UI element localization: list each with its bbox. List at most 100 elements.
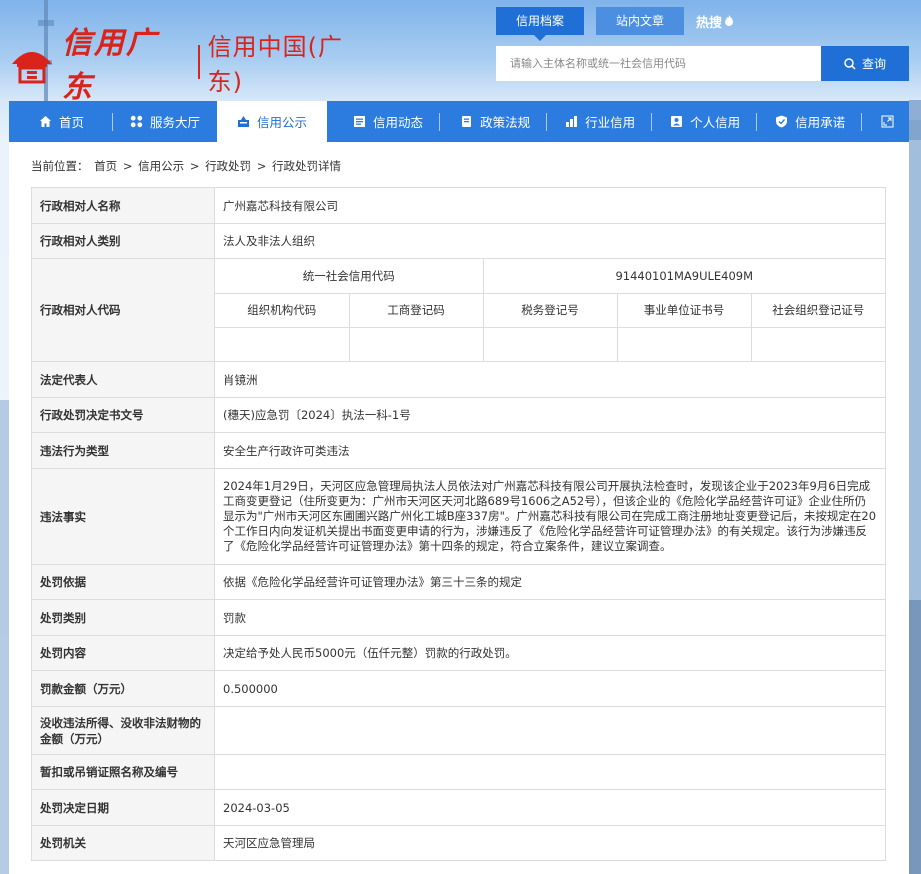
violation-facts-value: 2024年1月29日，天河区应急管理局执法人员依法对广州嘉芯科技有限公司开展执法… xyxy=(214,468,886,565)
code-sub-label: 工商登记码 xyxy=(348,292,484,328)
code-sub-label: 事业单位证书号 xyxy=(616,292,752,328)
decision-date-value: 2024-03-05 xyxy=(214,789,886,826)
code-grid-row: 组织机构代码 工商登记码 税务登记号 事业单位证书号 社会组织登记证号 xyxy=(215,292,885,328)
header-tabs: 信用档案 站内文章 热搜 xyxy=(496,7,734,41)
nav-expand-button[interactable] xyxy=(862,101,901,142)
row-label: 违法事实 xyxy=(31,468,215,565)
row-label: 罚款金额（万元） xyxy=(31,670,215,707)
subject-name-value: 广州嘉芯科技有限公司 xyxy=(214,187,886,224)
row-label: 处罚类别 xyxy=(31,599,215,636)
subject-code-cell: 统一社会信用代码 91440101MA9ULE409M 组织机构代码 工商登记码… xyxy=(214,258,886,362)
tab-credit-archive[interactable]: 信用档案 xyxy=(496,7,585,41)
person-card-icon xyxy=(671,116,683,127)
book-icon xyxy=(462,116,472,127)
breadcrumb-prefix: 当前位置： xyxy=(31,159,89,173)
nav-item-credit-disclosure[interactable]: 信用公示 xyxy=(217,101,328,142)
grid-icon xyxy=(130,115,143,128)
table-row: 处罚决定日期 2024-03-05 xyxy=(31,789,886,826)
main-nav: 首页 服务大厅 信用公示 信用动态 政策法规 行业信用 个人信用 信用承诺 xyxy=(9,101,909,142)
flame-icon xyxy=(725,15,734,26)
table-row: 违法事实 2024年1月29日，天河区应急管理局执法人员依法对广州嘉芯科技有限公… xyxy=(31,468,886,565)
nav-item-policies[interactable]: 政策法规 xyxy=(440,101,546,142)
nav-item-label: 信用公示 xyxy=(257,115,308,130)
row-label: 没收违法所得、没收非法财物的金额（万元） xyxy=(31,706,215,755)
table-row: 处罚内容 决定给予处人民币5000元（伍仟元整）罚款的行政处罚。 xyxy=(31,635,886,671)
code-sub-label: 组织机构代码 xyxy=(215,292,350,328)
row-label: 法定代表人 xyxy=(31,361,215,398)
nav-item-credit-commitment[interactable]: 信用承诺 xyxy=(757,101,861,142)
logo-script-text: 信用广东 xyxy=(61,26,158,105)
home-icon xyxy=(40,116,51,127)
site-header: 信用广东 信用中国(广东) 信用档案 站内文章 热搜 查询 xyxy=(0,0,921,105)
row-label: 处罚内容 xyxy=(31,635,215,671)
row-label: 行政相对人代码 xyxy=(31,258,215,362)
row-label: 行政相对人名称 xyxy=(31,187,215,224)
penalty-detail-table: 行政相对人名称 广州嘉芯科技有限公司 行政相对人类别 法人及非法人组织 行政相对… xyxy=(31,187,886,861)
nav-item-label: 信用动态 xyxy=(373,115,424,130)
row-label: 暂扣或吊销证照名称及编号 xyxy=(31,754,215,790)
breadcrumb-home[interactable]: 首页 xyxy=(94,159,117,173)
penalty-category-value: 罚款 xyxy=(214,599,886,636)
breadcrumb-current: 行政处罚详情 xyxy=(272,159,342,173)
search-bar: 查询 xyxy=(496,46,909,81)
code-grid-row xyxy=(215,326,885,361)
doc-no-value: (穗天)应急罚〔2024〕执法一科-1号 xyxy=(214,397,886,433)
code-sub-label: 税务登记号 xyxy=(482,292,618,328)
announce-icon xyxy=(238,116,250,127)
chart-icon xyxy=(566,116,578,127)
nav-item-personal-credit[interactable]: 个人信用 xyxy=(652,101,756,142)
table-row: 处罚类别 罚款 xyxy=(31,599,886,636)
table-row: 行政相对人类别 法人及非法人组织 xyxy=(31,223,886,259)
table-row: 罚款金额（万元） 0.500000 xyxy=(31,670,886,707)
nav-item-label: 个人信用 xyxy=(690,115,741,130)
row-label: 行政处罚决定书文号 xyxy=(31,397,215,433)
code-sub-value xyxy=(215,326,350,361)
table-row: 行政相对人代码 统一社会信用代码 91440101MA9ULE409M 组织机构… xyxy=(31,258,886,362)
hot-search-link[interactable]: 热搜 xyxy=(696,12,734,31)
tab-site-articles[interactable]: 站内文章 xyxy=(596,7,685,35)
code-grid: 统一社会信用代码 91440101MA9ULE409M 组织机构代码 工商登记码… xyxy=(215,259,885,361)
nav-item-label: 行业信用 xyxy=(585,115,636,130)
nav-item-service-hall[interactable]: 服务大厅 xyxy=(113,101,217,142)
row-label: 违法行为类型 xyxy=(31,432,215,469)
code-credit-value: 91440101MA9ULE409M xyxy=(482,259,885,294)
table-row: 行政处罚决定书文号 (穗天)应急罚〔2024〕执法一科-1号 xyxy=(31,397,886,433)
search-button[interactable]: 查询 xyxy=(821,46,909,81)
table-row: 处罚依据 依据《危险化学品经营许可证管理办法》第三十三条的规定 xyxy=(31,564,886,600)
table-row: 违法行为类型 安全生产行政许可类违法 xyxy=(31,432,886,469)
row-label: 处罚依据 xyxy=(31,564,215,600)
nav-item-home[interactable]: 首页 xyxy=(9,101,112,142)
nav-item-label: 服务大厅 xyxy=(150,115,201,130)
nav-item-label: 首页 xyxy=(59,115,85,130)
authority-value: 天河区应急管理局 xyxy=(214,825,886,861)
breadcrumb-separator: > xyxy=(256,159,267,173)
penalty-content-value: 决定给予处人民币5000元（伍仟元整）罚款的行政处罚。 xyxy=(214,635,886,671)
row-label: 处罚决定日期 xyxy=(31,789,215,826)
code-sub-value xyxy=(482,326,618,361)
nav-item-label: 政策法规 xyxy=(480,115,531,130)
breadcrumb: 当前位置： 首页 > 信用公示 > 行政处罚 > 行政处罚详情 xyxy=(30,158,342,174)
breadcrumb-admin-penalty[interactable]: 行政处罚 xyxy=(205,159,251,173)
news-icon xyxy=(354,116,366,127)
nav-item-industry-credit[interactable]: 行业信用 xyxy=(547,101,651,142)
breadcrumb-credit-disclosure[interactable]: 信用公示 xyxy=(138,159,184,173)
confiscate-amount-value xyxy=(214,706,886,755)
nav-item-credit-news[interactable]: 信用动态 xyxy=(327,101,439,142)
logo-emblem-icon xyxy=(11,52,52,84)
violation-type-value: 安全生产行政许可类违法 xyxy=(214,432,886,469)
revoke-license-value xyxy=(214,754,886,790)
table-row: 没收违法所得、没收非法财物的金额（万元） xyxy=(31,706,886,755)
logo-site-name: 信用中国(广东) xyxy=(207,33,344,96)
site-logo[interactable]: 信用广东 信用中国(广东) xyxy=(8,26,378,105)
breadcrumb-separator: > xyxy=(189,159,200,173)
code-sub-value xyxy=(616,326,752,361)
search-input[interactable] xyxy=(496,46,821,81)
table-row: 法定代表人 肖镜洲 xyxy=(31,361,886,398)
search-button-label: 查询 xyxy=(861,57,886,71)
code-sub-label: 社会组织登记证号 xyxy=(750,292,885,328)
penalty-basis-value: 依据《危险化学品经营许可证管理办法》第三十三条的规定 xyxy=(214,564,886,600)
code-sub-value xyxy=(348,326,484,361)
nav-item-label: 信用承诺 xyxy=(795,115,846,130)
row-label: 行政相对人类别 xyxy=(31,223,215,259)
main-content: 当前位置： 首页 > 信用公示 > 行政处罚 > 行政处罚详情 行政相对人名称 … xyxy=(9,142,909,874)
